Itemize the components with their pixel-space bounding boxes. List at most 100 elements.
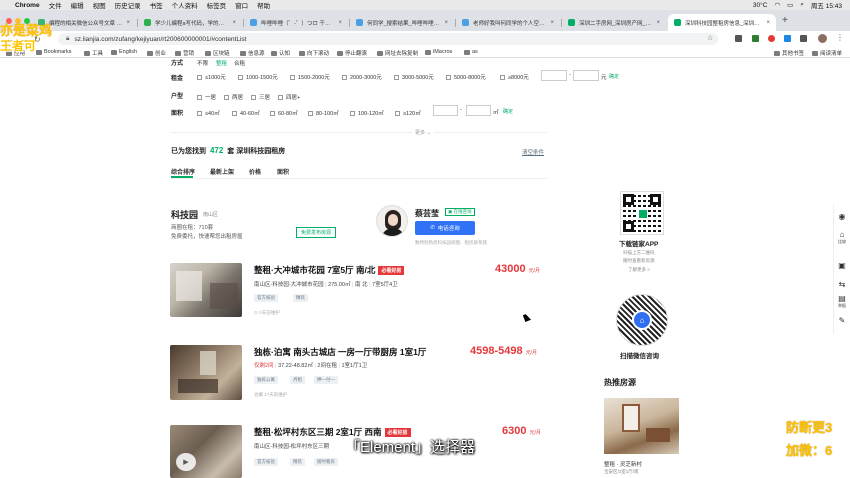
free-listing-button[interactable]: 免费发布房源: [296, 227, 337, 238]
bookmark-folder[interactable]: 工具: [84, 49, 103, 57]
more-filters-toggle[interactable]: 更多 ⌄: [412, 129, 435, 136]
sidebar-button-online[interactable]: ◉: [834, 212, 850, 221]
bookmark-folder[interactable]: 创业: [147, 49, 166, 57]
extension-icon[interactable]: [800, 35, 807, 42]
browser-tab[interactable]: 何同学_搜索结果_哔哩哔哩_bili… ×: [350, 14, 454, 31]
filter-layout-option[interactable]: 四居+: [278, 93, 300, 101]
tab-close-icon[interactable]: ×: [444, 20, 448, 26]
filter-area-option[interactable]: ≤40㎡: [197, 109, 220, 117]
agent-avatar[interactable]: [376, 205, 408, 237]
browser-tab[interactable]: 哔哩哔哩（゜-゜）つロ 干杯~-bili…×: [244, 14, 348, 31]
bookmark-folder[interactable]: 信息源: [240, 49, 265, 57]
tab-close-icon[interactable]: ×: [656, 20, 660, 26]
bookmark-folder[interactable]: Bookmarks: [36, 49, 72, 55]
filter-rent-option[interactable]: 3000-5000元: [394, 73, 434, 81]
bookmark-link[interactable]: 网址去除复制: [377, 49, 418, 57]
avatar[interactable]: [818, 34, 827, 43]
filter-area-option[interactable]: 40-60㎡: [232, 109, 260, 117]
extension-icon[interactable]: [752, 35, 759, 42]
browser-tab[interactable]: 学少儿编程a写代码，学的着嘛… ×: [138, 14, 242, 31]
filter-layout-option[interactable]: 一居: [197, 93, 216, 101]
filter-area-option[interactable]: ≥120㎡: [395, 109, 421, 117]
tab-close-icon[interactable]: ×: [550, 20, 554, 26]
bookmark-folder[interactable]: English: [111, 49, 137, 55]
browser-tab-active[interactable]: 深圳科技园整租房信息_深圳… ×: [668, 14, 776, 31]
menu-bookmarks[interactable]: 书签: [150, 0, 163, 10]
app-learn-more-link[interactable]: 了解更多 >: [628, 267, 650, 273]
filter-rent-option[interactable]: 1500-2000元: [290, 73, 330, 81]
bookmark-star-icon[interactable]: ☆: [707, 34, 713, 42]
filter-mode-option[interactable]: 不限: [197, 59, 208, 67]
tab-close-icon[interactable]: ×: [126, 20, 130, 26]
bookmark-folder[interactable]: 营销: [175, 49, 194, 57]
tab-sort-area[interactable]: 面积: [277, 167, 289, 176]
tab-sort-price[interactable]: 价格: [249, 167, 261, 176]
extension-icon[interactable]: [784, 35, 791, 42]
bookmark-folder[interactable]: iMacros: [425, 49, 452, 55]
menu-file[interactable]: 文件: [49, 0, 62, 10]
clear-filters-link[interactable]: 清空条件: [522, 148, 544, 156]
filter-rent-option[interactable]: 2000-3000元: [342, 73, 382, 81]
listing-title[interactable]: 独栋·泊寓 南头古城店 一房一厅带厨房 1室1厅: [254, 346, 426, 358]
filter-rent-option[interactable]: ≤1000元: [197, 73, 226, 81]
tab-close-icon[interactable]: ×: [232, 20, 236, 26]
menu-app-name[interactable]: Chrome: [15, 2, 40, 9]
bookmark-folder[interactable]: 区块链: [205, 49, 230, 57]
menu-dots-icon[interactable]: ⋮: [836, 33, 844, 42]
listing-image[interactable]: [170, 345, 242, 400]
filter-layout-option[interactable]: 两居: [224, 93, 243, 101]
menu-profile[interactable]: 个人资料: [172, 0, 198, 10]
tab-sort-newest[interactable]: 最新上架: [210, 167, 234, 176]
filter-area-option[interactable]: 60-80㎡: [270, 109, 298, 117]
rent-confirm-button[interactable]: 确定: [609, 73, 619, 80]
menu-tabs[interactable]: 标签页: [207, 0, 227, 10]
filter-layout-option[interactable]: 三居: [251, 93, 270, 101]
phone-consult-button[interactable]: ✆ 电话咨询: [415, 221, 475, 235]
sidebar-button-news[interactable]: ▤ 举报: [834, 294, 850, 309]
area-min-input[interactable]: [433, 105, 458, 116]
tab-sort-default[interactable]: 综合排序: [171, 167, 195, 176]
bookmark-folder[interactable]: as: [464, 49, 478, 55]
search-icon[interactable]: ⌕: [800, 1, 804, 9]
hot-listing-caption[interactable]: 整租 · 灵芝新村: [604, 460, 642, 468]
menu-help[interactable]: 帮助: [257, 0, 270, 10]
bookmark-reading-list[interactable]: 阅读清单: [812, 49, 842, 57]
extension-icon[interactable]: [735, 35, 742, 42]
bookmark-other[interactable]: 其他书签: [774, 49, 804, 57]
tab-close-icon[interactable]: ×: [338, 20, 342, 26]
listing-title[interactable]: 整租·大冲城市花园 7室5厅 南/北 必看好房: [254, 264, 405, 276]
filter-mode-option[interactable]: 整租: [216, 59, 227, 67]
area-confirm-button[interactable]: 确定: [503, 108, 513, 115]
filter-rent-option[interactable]: ≥8000元: [500, 73, 529, 81]
area-max-input[interactable]: [466, 105, 491, 116]
bookmark-folder[interactable]: 认知: [271, 49, 290, 57]
sidebar-button-report[interactable]: ⇆: [834, 280, 850, 289]
sidebar-button-compare[interactable]: ⌂ 比较: [834, 230, 850, 245]
listing-image[interactable]: ▶: [170, 425, 242, 478]
rent-min-input[interactable]: [541, 70, 567, 81]
menu-edit[interactable]: 编辑: [71, 0, 84, 10]
extension-icon[interactable]: [768, 35, 775, 42]
battery-icon[interactable]: ▭: [787, 1, 793, 9]
clock-label[interactable]: 周五 15:43: [811, 0, 842, 10]
wifi-icon[interactable]: ◠: [774, 1, 780, 9]
sidebar-button-edit[interactable]: ✎: [834, 316, 850, 325]
bookmark-link[interactable]: 向下滚动: [299, 49, 329, 57]
rent-max-input[interactable]: [573, 70, 599, 81]
sidebar-button-map[interactable]: ▣: [834, 261, 850, 270]
listing-image[interactable]: [170, 263, 242, 317]
browser-tab[interactable]: 深圳二手房网_深圳房产网_深圳…×: [562, 14, 666, 31]
filter-rent-option[interactable]: 5000-8000元: [446, 73, 486, 81]
address-bar[interactable]: 🔒︎ sz.lianjia.com/zufang/kejiyuan/rt2006…: [58, 33, 718, 45]
filter-mode-option[interactable]: 合租: [234, 59, 245, 67]
browser-tab[interactable]: 老师好我叫何同学的个人空间_哔…×: [456, 14, 560, 31]
menu-view[interactable]: 视图: [93, 0, 106, 10]
hot-listing-image[interactable]: [604, 398, 679, 454]
agent-online-badge[interactable]: ▣ 在线咨询: [445, 208, 475, 216]
menu-history[interactable]: 历史记录: [115, 0, 141, 10]
tab-close-icon[interactable]: ×: [766, 20, 770, 26]
new-tab-icon[interactable]: +: [782, 15, 788, 26]
filter-area-option[interactable]: 80-100㎡: [308, 109, 339, 117]
bookmark-link[interactable]: 停止翻滚: [337, 49, 367, 57]
filter-rent-option[interactable]: 1000-1500元: [238, 73, 278, 81]
